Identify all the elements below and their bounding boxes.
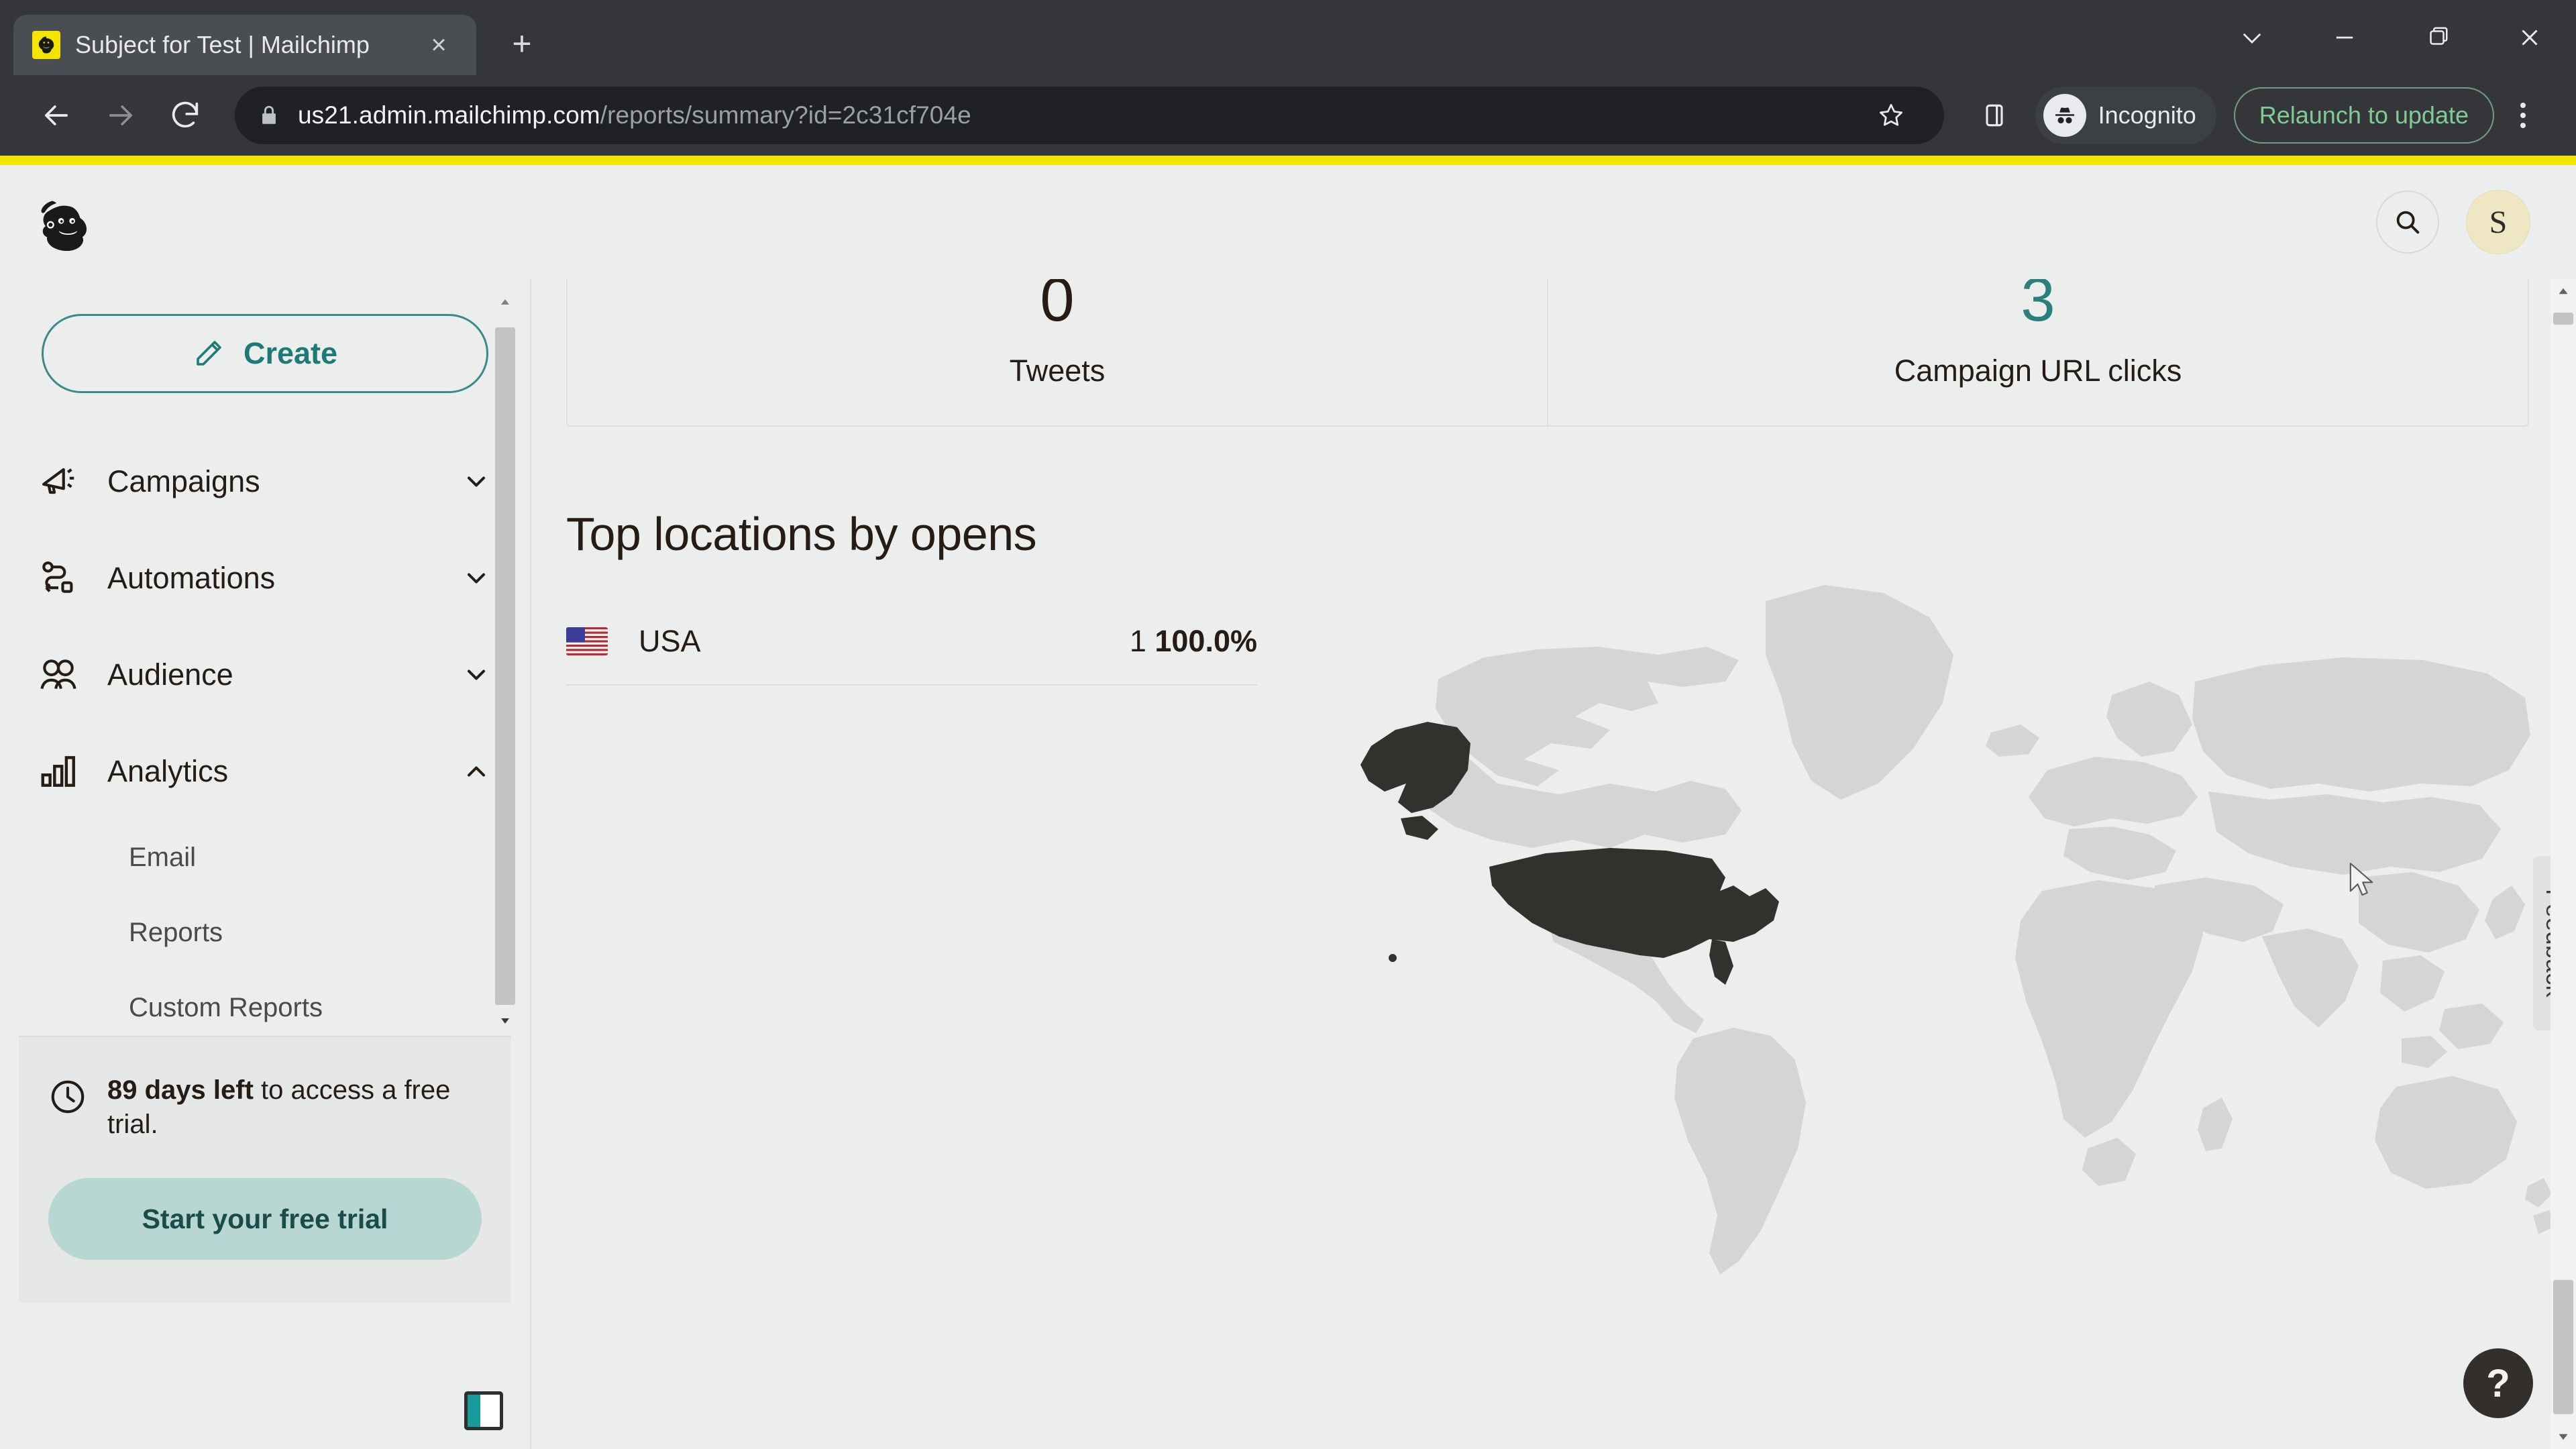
stat-label: Campaign URL clicks <box>1894 354 2182 388</box>
sidebar-scrollbar[interactable] <box>495 292 515 1030</box>
page-title: Top locations by opens <box>566 508 1037 560</box>
help-button[interactable]: ? <box>2463 1348 2533 1418</box>
sidebar-item-analytics[interactable]: Analytics <box>0 723 530 820</box>
stat-tweets: 0 Tweets <box>568 279 1547 425</box>
audience-people-icon <box>40 659 76 690</box>
incognito-label: Incognito <box>2098 101 2196 129</box>
create-button[interactable]: Create <box>42 314 488 393</box>
stat-label: Tweets <box>1009 354 1106 388</box>
minimize-to-tray-icon[interactable] <box>2206 0 2298 75</box>
sidebar-item-reports[interactable]: Reports <box>0 895 530 970</box>
browser-tab[interactable]: Subject for Test | Mailchimp × <box>13 15 476 75</box>
usa-highlight <box>1360 722 1779 985</box>
automation-flow-icon <box>42 561 73 593</box>
restore-icon[interactable] <box>2391 0 2483 75</box>
incognito-hat-icon <box>2043 94 2086 137</box>
mailchimp-favicon <box>32 31 60 59</box>
stat-campaign-url-clicks: 3 Campaign URL clicks <box>1547 279 2528 425</box>
url-text: us21.admin.mailchimp.com/reports/summary… <box>298 101 971 129</box>
brand-accent-bar <box>0 156 2576 165</box>
sidebar-scrollbar-thumb[interactable] <box>495 327 515 1005</box>
start-free-trial-button[interactable]: Start your free trial <box>48 1178 482 1260</box>
stat-value: 0 <box>1040 279 1075 334</box>
page-scrollbar-thumb-top[interactable] <box>2553 313 2573 325</box>
scroll-down-arrow-icon[interactable] <box>2551 1424 2576 1449</box>
url-host: us21.admin.mailchimp.com <box>298 101 600 129</box>
trial-message: 89 days left to access a free trial. <box>48 1073 482 1142</box>
sidebar-nav: Campaigns Automations Audience Analytics… <box>0 433 530 1036</box>
stats-row: 0 Tweets 3 Campaign URL clicks <box>566 279 2529 427</box>
megaphone-icon <box>42 468 74 494</box>
main-inner: 0 Tweets 3 Campaign URL clicks Top locat… <box>531 279 2576 1449</box>
browser-toolbar: us21.admin.mailchimp.com/reports/summary… <box>0 75 2576 156</box>
side-panel-icon[interactable] <box>1957 83 2031 148</box>
tab-title: Subject for Test | Mailchimp <box>75 31 370 58</box>
scroll-down-arrow-icon[interactable] <box>495 1010 515 1030</box>
stat-value: 3 <box>2021 279 2055 334</box>
close-icon[interactable]: × <box>420 32 458 58</box>
omnibox-actions <box>1861 87 1921 144</box>
back-arrow-icon[interactable] <box>24 83 89 148</box>
browser-window: Subject for Test | Mailchimp × + us21.ad… <box>0 0 2576 1449</box>
list-item: USA 1 100.0% <box>566 621 1257 686</box>
page-scrollbar[interactable] <box>2551 279 2576 1449</box>
mailchimp-freddie-logo[interactable] <box>31 190 105 254</box>
page-scrollbar-thumb[interactable] <box>2553 1280 2573 1414</box>
free-trial-card: 89 days left to access a free trial. Sta… <box>19 1036 511 1303</box>
chevron-down-icon <box>467 669 486 680</box>
world-map <box>1323 507 2557 1299</box>
sidebar-scroll-area: Create Campaigns Automations Audience An… <box>0 279 530 1036</box>
usa-flag-icon <box>566 627 608 655</box>
trial-text: 89 days left to access a free trial. <box>107 1073 482 1142</box>
scroll-up-arrow-icon[interactable] <box>495 292 515 313</box>
address-bar[interactable]: us21.admin.mailchimp.com/reports/summary… <box>235 87 1944 144</box>
location-name: USA <box>639 624 701 658</box>
clock-icon <box>51 1080 85 1114</box>
pencil-icon <box>197 341 221 366</box>
top-locations-list: USA 1 100.0% <box>566 621 1257 686</box>
minimize-icon[interactable] <box>2298 0 2391 75</box>
sidebar-item-audience[interactable]: Audience <box>0 627 530 723</box>
chevron-down-icon <box>467 476 486 487</box>
location-percent: 100.0% <box>1155 624 1257 658</box>
lock-icon <box>262 105 276 124</box>
relaunch-to-update-button[interactable]: Relaunch to update <box>2233 87 2494 144</box>
sidebar-collapse-icon[interactable] <box>464 1391 503 1430</box>
sidebar-item-custom-reports[interactable]: Custom Reports <box>0 970 530 1036</box>
trial-days-left: 89 days left <box>107 1075 254 1105</box>
mouse-cursor <box>2349 863 2373 896</box>
sidebar-item-campaigns[interactable]: Campaigns <box>0 433 530 530</box>
three-dot-menu-icon[interactable] <box>2494 83 2552 148</box>
sidebar-item-label: Audience <box>107 657 233 692</box>
bar-chart-icon <box>41 756 75 787</box>
tab-strip: Subject for Test | Mailchimp × + <box>0 0 2576 75</box>
create-button-label: Create <box>243 336 338 370</box>
page-viewport: S Create Campaigns Automations Audience … <box>0 156 2576 1449</box>
close-window-icon[interactable] <box>2483 0 2576 75</box>
forward-arrow-icon[interactable] <box>89 83 153 148</box>
location-stats: 1 100.0% <box>1130 624 1257 659</box>
scroll-up-arrow-icon[interactable] <box>2551 279 2576 305</box>
chevron-up-icon <box>467 766 486 777</box>
new-tab-button[interactable]: + <box>502 27 542 60</box>
sidebar-item-label: Campaigns <box>107 464 260 498</box>
app-body: Create Campaigns Automations Audience An… <box>0 279 2576 1449</box>
header-actions: S <box>2376 190 2530 254</box>
sidebar-item-automations[interactable]: Automations <box>0 530 530 627</box>
star-icon[interactable] <box>1861 87 1921 144</box>
reload-icon[interactable] <box>153 83 217 148</box>
sidebar-item-label: Analytics <box>107 754 229 788</box>
url-path: /reports/summary?id=2c31cf704e <box>600 101 971 129</box>
sidebar-item-email[interactable]: Email <box>0 820 530 895</box>
sidebar-item-label: Automations <box>107 561 276 595</box>
main-content: 0 Tweets 3 Campaign URL clicks Top locat… <box>531 279 2576 1449</box>
search-icon[interactable] <box>2376 191 2439 254</box>
chevron-down-icon <box>467 573 486 584</box>
app-header: S <box>0 165 2576 279</box>
location-count: 1 <box>1129 624 1146 658</box>
incognito-badge[interactable]: Incognito <box>2035 87 2216 144</box>
sidebar: Create Campaigns Automations Audience An… <box>0 279 531 1449</box>
avatar[interactable]: S <box>2466 190 2530 254</box>
window-controls <box>2206 0 2576 75</box>
